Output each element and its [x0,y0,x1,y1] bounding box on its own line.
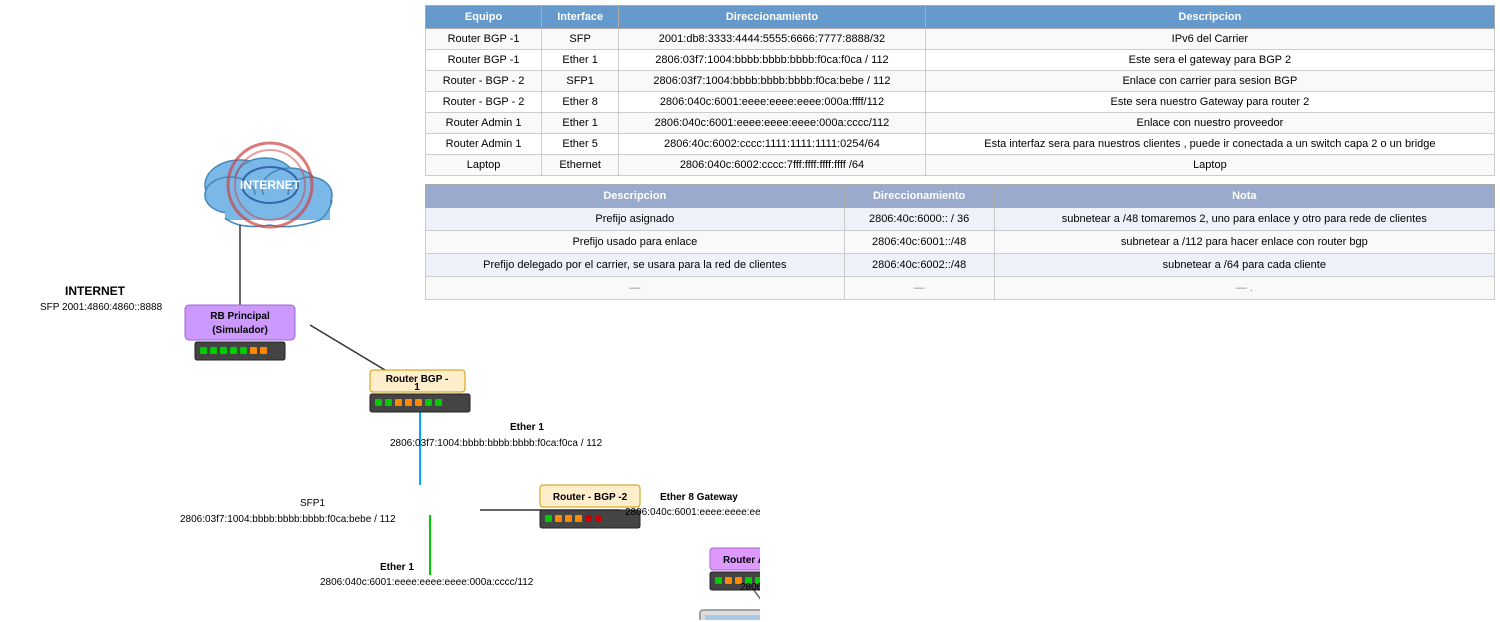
cell2-nota: subnetear a /64 para cada cliente [994,254,1494,277]
svg-text:2806:040c:6001:eeee:eeee:eeee:: 2806:040c:6001:eeee:eeee:eeee:000a:cccc/… [320,577,534,588]
svg-text:Router BGP -: Router BGP - [386,374,449,385]
cell2-direccionamiento: — [844,277,994,300]
diagram-section: INTERNET INTERNET SFP 2001:4860:4860::88… [0,130,760,620]
cell-direccionamiento: 2001:db8:3333:4444:5555:6666:7777:8888/3… [619,29,926,50]
cell-equipo: Router BGP -1 [426,29,542,50]
svg-text:Ether 1: Ether 1 [380,562,414,573]
cell-descripcion: Laptop [925,155,1494,176]
col2-header-nota: Nota [994,185,1494,208]
cell2-direccionamiento: 2806:40c:6002::/48 [844,254,994,277]
cell2-direccionamiento: 2806:40c:6000:: / 36 [844,208,994,231]
svg-text:2806:03f7:1004:bbbb:bbbb:bbbb:: 2806:03f7:1004:bbbb:bbbb:bbbb:f0ca:bebe … [180,514,396,525]
cell-descripcion: Este sera el gateway para BGP 2 [925,50,1494,71]
svg-text:Ether 1: Ether 1 [510,422,544,433]
cell-direccionamiento: 2806:040c:6001:eeee:eeee:eeee:000a:ffff/… [619,92,926,113]
col-header-equipo: Equipo [426,6,542,29]
cell-interface: SFP1 [542,71,619,92]
col-header-interface: Interface [542,6,619,29]
cell-interface: Ether 1 [542,50,619,71]
svg-text:2806:40c:6002:cccc:1111:1111:1: 2806:40c:6002:cccc:1111:1111:1111:0254/6… [740,582,760,593]
svg-text:2806:03f7:1004:bbbb:bbbb:bbbb:: 2806:03f7:1004:bbbb:bbbb:bbbb:f0ca:f0ca … [390,438,603,449]
cell-equipo: Router - BGP - 2 [426,71,542,92]
svg-text:(Simulador): (Simulador) [212,325,268,336]
cell-descripcion: Enlace con nuestro proveedor [925,113,1494,134]
table-row: Router - BGP - 2SFP12806:03f7:1004:bbbb:… [426,71,1495,92]
svg-text:INTERNET: INTERNET [240,178,301,192]
cell-equipo: Router - BGP - 2 [426,92,542,113]
cell-descripcion: Este sera nuestro Gateway para router 2 [925,92,1494,113]
cell2-nota: subnetear a /112 para hacer enlace con r… [994,231,1494,254]
col2-header-direccionamiento: Direccionamiento [844,185,994,208]
cell-descripcion: IPv6 del Carrier [925,29,1494,50]
svg-text:Ether 8 Gateway: Ether 8 Gateway [660,492,738,503]
table-row: Router BGP -1Ether 12806:03f7:1004:bbbb:… [426,50,1495,71]
svg-text:SFP 2001:4860:4860::8888: SFP 2001:4860:4860::8888 [40,302,163,313]
col-header-descripcion: Descripcion [925,6,1494,29]
svg-text:2806:040c:6001:eeee:eeee:eeee:: 2806:040c:6001:eeee:eeee:eeee:000a:ffff/… [625,507,760,518]
col-header-direccionamiento: Direccionamiento [619,6,926,29]
cell-interface: SFP [542,29,619,50]
cell-descripcion: Esta interfaz sera para nuestros cliente… [925,134,1494,155]
cell2-direccionamiento: 2806:40c:6001::/48 [844,231,994,254]
cell-direccionamiento: 2806:03f7:1004:bbbb:bbbb:bbbb:f0ca:bebe … [619,71,926,92]
svg-text:INTERNET: INTERNET [65,284,126,298]
cell2-nota: — . [994,277,1494,300]
svg-text:Router Admin 1: Router Admin 1 [723,555,760,566]
svg-text:SFP1: SFP1 [300,498,325,509]
svg-text:RB Principal: RB Principal [210,311,270,322]
cell-descripcion: Enlace con carrier para sesion BGP [925,71,1494,92]
cell-direccionamiento: 2806:03f7:1004:bbbb:bbbb:bbbb:f0ca:f0ca … [619,50,926,71]
table-row: Router - BGP - 2Ether 82806:040c:6001:ee… [426,92,1495,113]
svg-text:1: 1 [414,382,420,393]
svg-text:Router - BGP -2: Router - BGP -2 [553,492,628,503]
cell-interface: Ether 8 [542,92,619,113]
cell2-nota: subnetear a /48 tomaremos 2, uno para en… [994,208,1494,231]
cell-equipo: Router BGP -1 [426,50,542,71]
table-row: Router BGP -1SFP2001:db8:3333:4444:5555:… [426,29,1495,50]
